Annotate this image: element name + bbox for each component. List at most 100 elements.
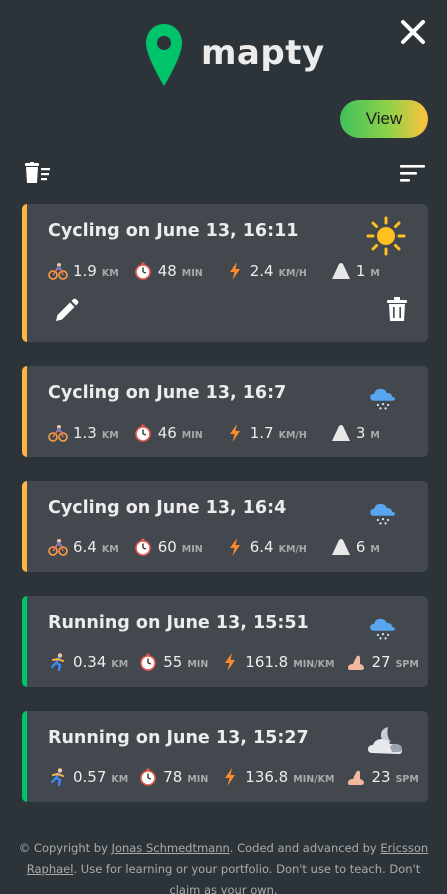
- lightning-icon: [225, 262, 245, 280]
- stat-unit: KM/H: [278, 544, 307, 555]
- footprint-icon: [346, 653, 366, 671]
- lightning-icon: [220, 653, 240, 671]
- stat-unit: KM: [111, 774, 129, 785]
- sort-icon[interactable]: [400, 164, 426, 182]
- cloudy-night-icon: [366, 723, 406, 763]
- workout-stat: 0.57 KM: [48, 768, 129, 787]
- workout-stat: 60 MIN: [133, 538, 203, 556]
- stat-value: 0.57: [73, 768, 107, 786]
- footprint-icon: [346, 768, 366, 786]
- workout-stat: 1.7 KM/H: [225, 424, 307, 442]
- stat-unit: MIN: [187, 774, 209, 785]
- app-name: mapty: [201, 33, 325, 73]
- lightning-icon: [225, 424, 245, 442]
- workout-stat: 136.8 MIN/KM: [220, 768, 334, 786]
- workout-card[interactable]: Running on June 13, 15:51 0.34 KM 55 MIN 161.…: [22, 596, 428, 687]
- workout-stat: 27 SPM: [346, 653, 419, 671]
- stat-unit: SPM: [395, 774, 419, 785]
- stat-unit: MIN: [187, 659, 209, 670]
- stat-value: 1: [355, 262, 366, 280]
- snow-cloud-icon: [366, 612, 400, 646]
- workout-stat: 161.8 MIN/KM: [220, 653, 334, 671]
- workout-stat: 2.4 KM/H: [225, 262, 307, 280]
- delete-all-icon[interactable]: [24, 162, 52, 184]
- stopwatch-icon: [133, 424, 153, 442]
- stat-value: 1.9: [73, 262, 97, 280]
- stopwatch-icon: [138, 653, 158, 671]
- runner-icon: [48, 768, 68, 787]
- workout-stat: 1.3 KM: [48, 424, 119, 442]
- cyclist-icon: [48, 424, 68, 442]
- workout-title: Cycling on June 13, 16:7: [48, 383, 287, 403]
- view-button[interactable]: View: [340, 100, 428, 138]
- mountain-icon: [331, 424, 351, 442]
- stat-unit: KM: [101, 544, 119, 555]
- close-icon[interactable]: [399, 18, 427, 46]
- stat-value: 3: [355, 424, 366, 442]
- workout-card[interactable]: Cycling on June 13, 16:11 1.9 KM 48 MIN 2.4 KM…: [22, 204, 428, 342]
- workout-title: Running on June 13, 15:51: [48, 613, 309, 633]
- stat-value: 136.8: [245, 768, 289, 786]
- lightning-icon: [225, 538, 245, 556]
- edit-icon[interactable]: [53, 298, 79, 328]
- workout-stat: 1.9 KM: [48, 262, 119, 280]
- workout-stat: 1M: [331, 262, 380, 280]
- lightning-icon: [220, 768, 240, 786]
- snow-cloud-icon: [366, 382, 400, 416]
- workout-card[interactable]: Cycling on June 13, 16:7 1.3 KM 46 MIN 1.7 KM/…: [22, 366, 428, 457]
- stat-unit: M: [370, 430, 380, 441]
- workout-details: 6.4 KM 60 MIN 6.4 KM/H 6 M: [48, 538, 380, 556]
- stat-value: 0.34: [73, 653, 107, 671]
- workout-stat: 6.4 KM: [48, 538, 119, 556]
- stat-value: 6.4: [73, 538, 97, 556]
- stat-value: 48: [157, 262, 177, 280]
- stat-unit: MIN/KM: [293, 774, 335, 785]
- stat-value: 6.4: [249, 538, 274, 556]
- stat-unit: MIN/KM: [293, 659, 335, 670]
- stat-unit: MIN: [181, 544, 203, 555]
- footer-copyright: © Copyright by Jonas Schmedtmann. Coded …: [18, 841, 429, 894]
- stat-unit: KM: [111, 659, 129, 670]
- workout-stat: 46 MIN: [133, 424, 203, 442]
- workout-stat: 0.34 KM: [48, 653, 129, 672]
- stopwatch-icon: [138, 768, 158, 786]
- workout-title: Running on June 13, 15:27: [48, 728, 309, 748]
- workout-stat: 6.4 KM/H: [225, 538, 307, 556]
- workout-details: 1.3 KM 46 MIN 1.7 KM/H 3 M: [48, 424, 380, 442]
- stat-unit: SPM: [395, 659, 419, 670]
- workout-title: Cycling on June 13, 16:11: [48, 221, 299, 241]
- stat-value: 78: [163, 768, 183, 786]
- stat-value: 6: [355, 538, 366, 556]
- stat-value: 46: [157, 424, 177, 442]
- stat-value: 1.3: [73, 424, 97, 442]
- workout-card[interactable]: Cycling on June 13, 16:4 6.4 KM 60 MIN 6.4 KM/…: [22, 481, 428, 572]
- trash-icon[interactable]: [387, 297, 407, 325]
- author-link[interactable]: Jonas Schmedtmann: [112, 841, 230, 855]
- workout-stat: 55 MIN: [138, 653, 208, 671]
- stat-unit: M: [370, 268, 380, 279]
- stopwatch-icon: [133, 262, 153, 280]
- cyclist-icon: [48, 538, 68, 556]
- stat-unit: KM/H: [278, 268, 307, 279]
- stat-unit: KM: [101, 268, 119, 279]
- cyclist-icon: [48, 262, 68, 280]
- snow-cloud-icon: [366, 497, 400, 531]
- stat-value: 60: [157, 538, 177, 556]
- mountain-icon: [331, 262, 351, 280]
- workout-details: 1.9 KM 48 MIN 2.4 KM/H 1 M: [48, 262, 380, 280]
- workout-stat: 78 MIN: [138, 768, 208, 786]
- stat-value: 55: [163, 653, 183, 671]
- runner-icon: [48, 653, 68, 672]
- stat-unit: KM/H: [278, 430, 307, 441]
- workout-stat: 6M: [331, 538, 380, 556]
- stat-unit: M: [370, 544, 380, 555]
- stat-value: 161.8: [245, 653, 289, 671]
- workout-details: 0.34 KM 55 MIN 161.8 MIN/KM 27 SPM: [48, 653, 419, 672]
- stat-value: 23: [371, 768, 391, 786]
- workout-card[interactable]: Running on June 13, 15:27 0.57 KM 78 MIN 136.…: [22, 711, 428, 802]
- workout-stat: 48 MIN: [133, 262, 203, 280]
- stat-value: 1.7: [249, 424, 274, 442]
- stopwatch-icon: [133, 538, 153, 556]
- stat-value: 27: [371, 653, 391, 671]
- map-pin-icon: [146, 24, 182, 86]
